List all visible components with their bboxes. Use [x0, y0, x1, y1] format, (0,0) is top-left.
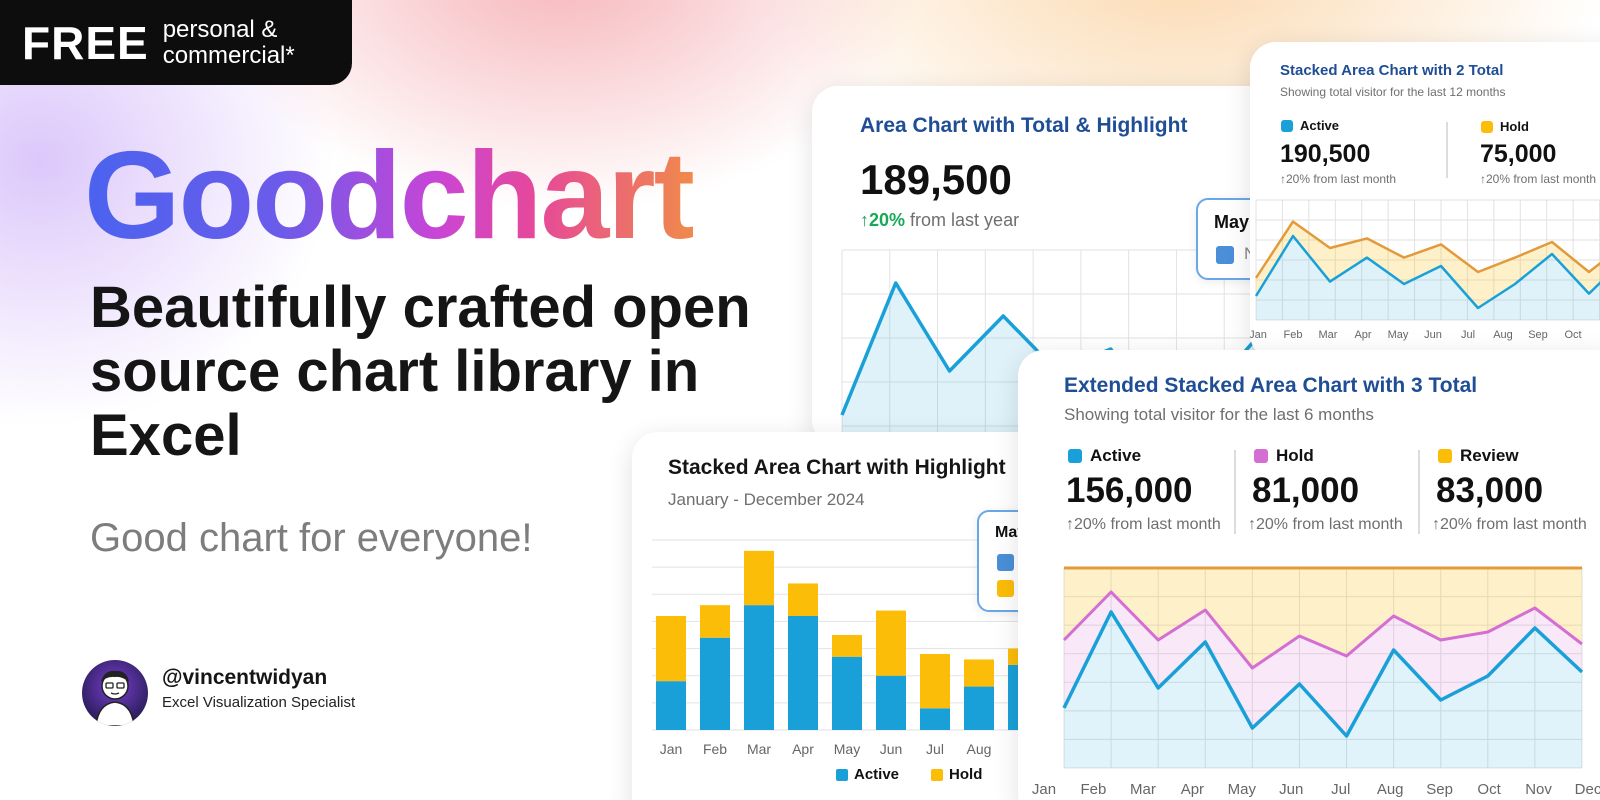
legend-label-hold: Hold — [949, 766, 983, 783]
x-tick-label: May — [1228, 781, 1257, 798]
x-tick-label: Sep — [1426, 781, 1453, 798]
stacked-area-chart: Jan Feb Mar Apr May Jun Jul Aug Sep Oct Nov Dec — [1032, 566, 1600, 798]
legend-square — [1216, 246, 1234, 264]
x-tick-label: Mar — [1319, 329, 1338, 341]
x-tick-label: Apr — [1181, 781, 1204, 798]
x-tick-label: Nov — [1525, 781, 1552, 798]
x-tick-label: Aug — [967, 741, 992, 757]
x-tick-label: Feb — [1284, 329, 1303, 341]
person-icon — [95, 670, 135, 726]
bar-hold — [656, 616, 686, 682]
stacked-area-3-card: Extended Stacked Area Chart with 3 Total… — [1018, 350, 1600, 800]
stacked-area-chart: JanFebMarAprMayJunJulAugSepOctNo — [1250, 199, 1600, 341]
stacked-bar-card: Stacked Area Chart with Highlight Januar… — [632, 432, 1062, 800]
bar-active — [964, 686, 994, 730]
x-tick-label: Jun — [880, 741, 903, 757]
author-role: Excel Visualization Specialist — [162, 694, 356, 711]
author-handle[interactable]: @vincentwidyan — [162, 666, 327, 690]
license-line-2: commercial* — [162, 41, 295, 69]
legend-swatch-hold — [931, 768, 944, 781]
free-license-badge: FREE personal & commercial* — [0, 0, 352, 85]
x-tick-label: Apr — [792, 741, 814, 757]
bar-hold — [920, 654, 950, 709]
x-tick-label: May — [1388, 329, 1409, 341]
x-tick-label: Oct — [1564, 329, 1581, 341]
x-tick-label: Feb — [1081, 781, 1107, 798]
bar-active — [656, 681, 686, 730]
x-tick-label: Mar — [1130, 781, 1156, 798]
x-tick-label: Apr — [1354, 329, 1371, 341]
bar-active — [744, 605, 774, 730]
bar-hold — [964, 659, 994, 687]
x-tick-label: Mar — [747, 741, 771, 757]
bar-active — [700, 637, 730, 730]
bar-hold — [788, 583, 818, 616]
free-label: FREE — [22, 16, 149, 69]
bar-hold — [876, 610, 906, 676]
x-tick-label: Jun — [1424, 329, 1442, 341]
bar-active — [788, 616, 818, 730]
license-label: personal & commercial* — [162, 15, 295, 69]
x-tick-label: Jan — [1250, 329, 1267, 341]
x-tick-label: Aug — [1493, 329, 1513, 341]
tooltip-label: May — [1214, 212, 1250, 232]
bar-active — [876, 675, 906, 730]
stacked-bar-chart: JanFebMarAprMayJunJulAugS — [652, 539, 1062, 757]
x-tick-label: Oct — [1477, 781, 1501, 798]
x-tick-label: Feb — [703, 741, 727, 757]
x-tick-label: Aug — [1377, 781, 1404, 798]
x-tick-label: Jul — [1461, 329, 1475, 341]
x-tick-label: Dec — [1575, 781, 1600, 798]
x-tick-label: Sep — [1528, 329, 1548, 341]
chart-legend: Active Hold — [836, 766, 982, 783]
x-tick-label: Jun — [1279, 781, 1303, 798]
legend-label-active: Active — [854, 766, 900, 783]
legend-square-hold — [997, 580, 1014, 597]
bar-hold — [744, 550, 774, 606]
stacked-area-2-card: Stacked Area Chart with 2 Total Showing … — [1250, 42, 1600, 360]
avatar — [82, 660, 148, 726]
legend-square-active — [997, 554, 1014, 571]
bar-hold — [832, 635, 862, 657]
tagline: Good chart for everyone! — [90, 516, 533, 560]
license-line-1: personal & — [162, 15, 278, 43]
brand-logo-text: Goodchart — [84, 127, 695, 265]
x-tick-label: May — [834, 741, 860, 757]
x-tick-label: Jan — [660, 741, 683, 757]
bar-active — [832, 656, 862, 730]
bar-active — [920, 708, 950, 730]
bar-hold — [700, 605, 730, 638]
legend-swatch-active — [836, 768, 848, 781]
x-tick-label: Jul — [1331, 781, 1350, 798]
x-tick-label: Jul — [926, 741, 944, 757]
x-tick-label: Jan — [1032, 781, 1056, 798]
